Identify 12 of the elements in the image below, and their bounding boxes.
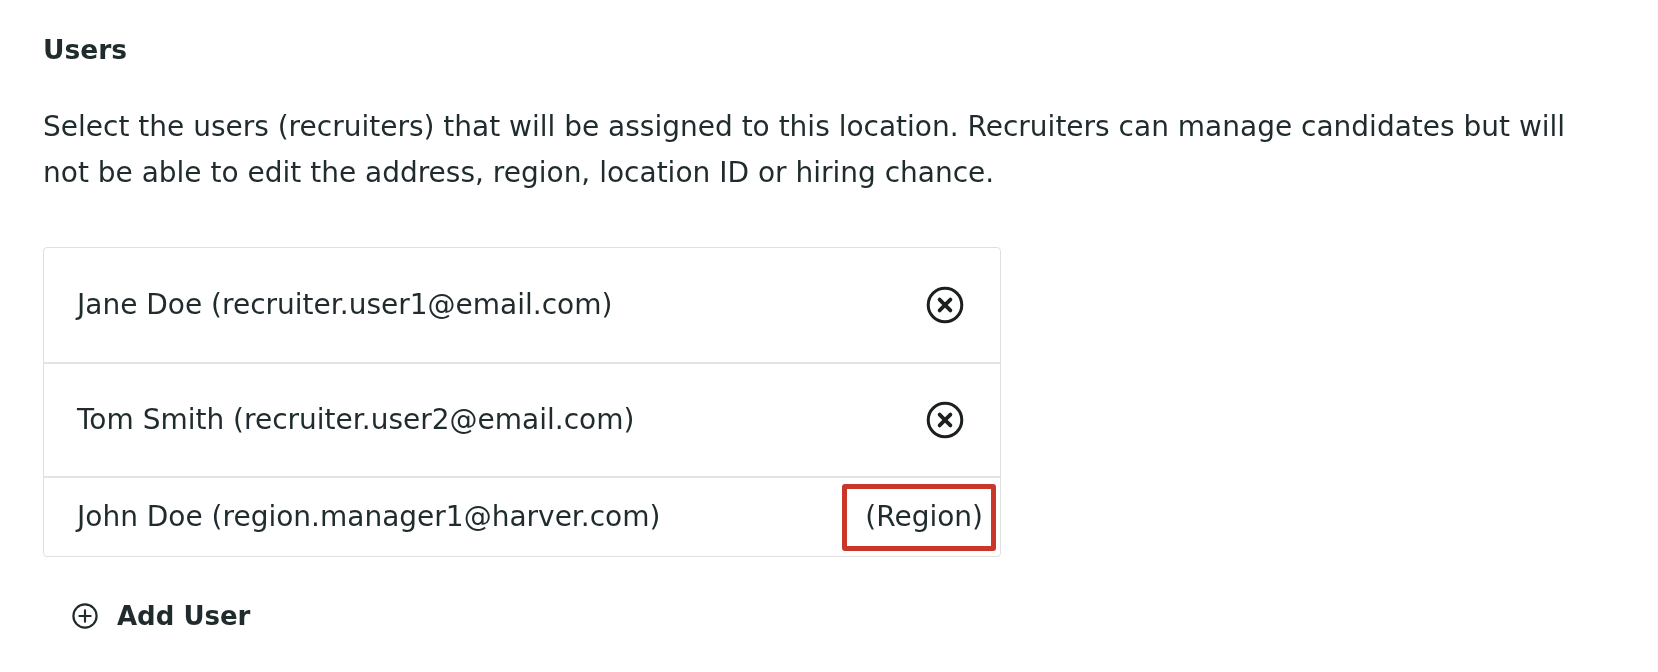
close-icon <box>926 286 964 324</box>
user-label: John Doe (region.manager1@harver.com) <box>77 500 661 534</box>
remove-button[interactable] <box>926 286 964 324</box>
close-icon <box>926 401 964 439</box>
user-label: Jane Doe (recruiter.user1@email.com) <box>77 288 613 322</box>
user-label: Tom Smith (recruiter.user2@email.com) <box>77 403 635 437</box>
role-label: (Region) <box>842 483 996 551</box>
remove-button[interactable] <box>926 401 964 439</box>
section-title: Users <box>43 35 128 65</box>
add-user-button[interactable]: Add User <box>72 601 251 631</box>
section-description: Select the users (recruiters) that will be assigned to this location. Recruiters can manage candidates but will not be able to edit the address, region, location ID or hiring chance. <box>43 109 1567 191</box>
plus-circle-icon <box>72 603 98 629</box>
